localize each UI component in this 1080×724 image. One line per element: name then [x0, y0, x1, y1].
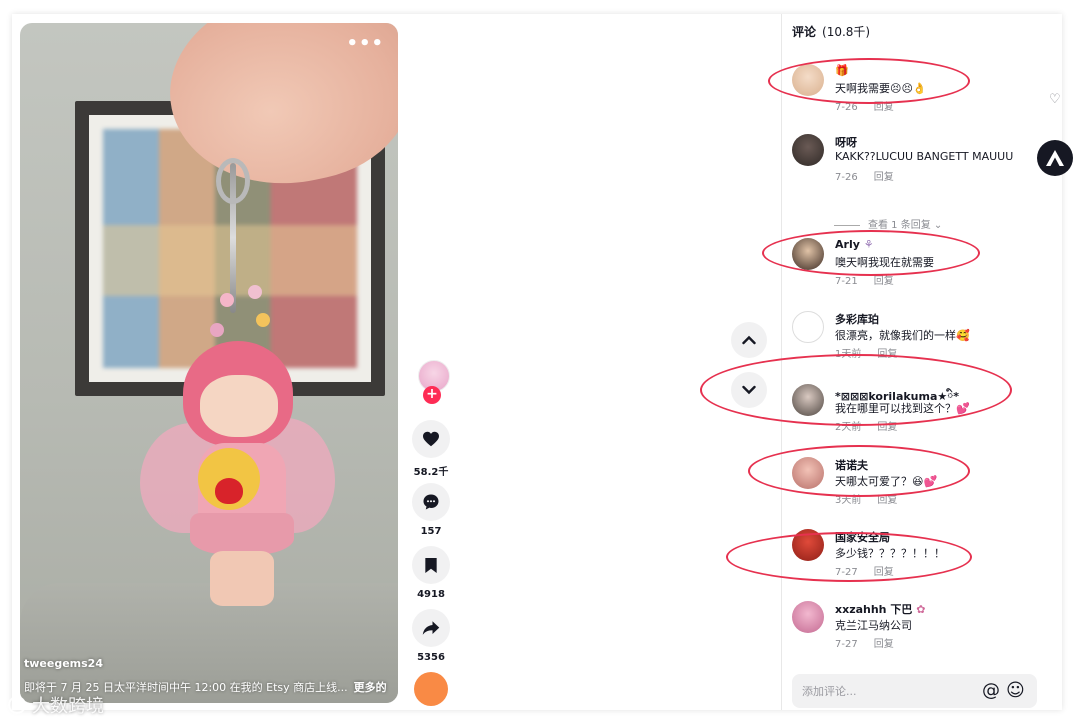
- comment-user[interactable]: 多彩库珀: [835, 311, 879, 327]
- view-replies-label: 查看 1 条回复: [868, 220, 931, 231]
- comments-header: 评论 (10.8千): [792, 23, 870, 40]
- flower-badge-icon: ⚘: [863, 238, 874, 251]
- reply-button[interactable]: 回复: [877, 349, 897, 360]
- share-arrow-icon[interactable]: [412, 609, 450, 647]
- heart-toy: [215, 478, 243, 504]
- comment-user[interactable]: 国家安全局: [835, 529, 890, 545]
- comment-date: 2天前: [835, 422, 862, 433]
- comment-user[interactable]: 诺诺夫: [835, 457, 868, 473]
- gift-badge-icon: 🎁: [835, 64, 849, 77]
- comment-text: 噢天啊我现在就需要: [835, 256, 934, 269]
- reply-button[interactable]: 回复: [874, 102, 894, 113]
- comment-count: 157: [420, 526, 442, 537]
- more-dots-icon[interactable]: •••: [346, 33, 384, 54]
- reply-button[interactable]: 回复: [877, 495, 897, 506]
- comment-text: 多少钱？？？？！！！: [835, 547, 945, 560]
- share-action[interactable]: 5356: [412, 609, 450, 663]
- comment-date: 3天前: [835, 495, 862, 506]
- comment-action[interactable]: 157: [412, 483, 450, 537]
- save-count: 4918: [417, 589, 445, 600]
- doll-legs: [210, 551, 274, 606]
- mention-at-icon[interactable]: @: [982, 681, 1000, 701]
- comment-meta: 3天前 回复: [835, 491, 897, 506]
- comment-meta: 7-26 回复: [835, 98, 894, 113]
- tulip-badge-icon: ✿: [916, 603, 926, 616]
- bookmark-icon[interactable]: [412, 546, 450, 584]
- comment-date: 7-26: [835, 172, 858, 183]
- avatar[interactable]: [792, 529, 824, 561]
- bead: [210, 323, 224, 337]
- comment-meta: 1天前 回复: [835, 345, 897, 360]
- video-author[interactable]: tweegems24: [24, 657, 103, 670]
- comment-date: 7-21: [835, 276, 858, 287]
- reply-button[interactable]: 回复: [874, 172, 894, 183]
- chevron-down-icon: ⌄: [933, 220, 943, 231]
- comment-meta: 7-27 回复: [835, 563, 894, 578]
- comments-title: 评论: [792, 25, 817, 39]
- bead: [220, 293, 234, 307]
- video-player[interactable]: ••• tweegems24 即将于 7 月 25 日太平洋时间中午 12:00…: [20, 23, 398, 703]
- add-comment-input[interactable]: [800, 683, 974, 699]
- comment-text: 克兰江马纳公司: [835, 619, 912, 632]
- comment-text: 我在哪里可以找到这个？💕: [835, 402, 970, 415]
- music-disc-icon[interactable]: [414, 672, 448, 706]
- bead: [248, 285, 262, 299]
- like-action[interactable]: 58.2千: [412, 420, 450, 478]
- reply-button[interactable]: 回复: [874, 276, 894, 287]
- avatar[interactable]: [792, 134, 824, 166]
- reply-button[interactable]: 回复: [874, 567, 894, 578]
- watermark-text: 大数跨境: [32, 696, 104, 717]
- avatar[interactable]: [792, 64, 824, 96]
- comment-text: 天啊我需要😣😣👌: [835, 82, 927, 95]
- comments-panel: 评论 (10.8千) 🎁 天啊我需要😣😣👌 7-26 回复 ♡ 呀呀 KAKK??L…: [781, 14, 1061, 710]
- keychain-clasp: [216, 158, 250, 204]
- heart-outline-icon[interactable]: ♡: [1049, 92, 1061, 107]
- like-count: 58.2千: [413, 467, 449, 478]
- next-video-button[interactable]: [731, 372, 767, 408]
- comment-user[interactable]: Arly ⚘: [835, 238, 874, 251]
- more-link[interactable]: 更多的: [354, 681, 387, 694]
- share-count: 5356: [417, 652, 445, 663]
- previous-video-button[interactable]: [731, 322, 767, 358]
- comment-date: 7-27: [835, 639, 858, 650]
- bead: [256, 313, 270, 327]
- comment-user[interactable]: xxzahhh 下巴 ✿: [835, 601, 925, 617]
- comment-text: 很漂亮，就像我们的一样🥰: [835, 329, 970, 342]
- comment-meta: 7-26 回复: [835, 168, 894, 183]
- avatar[interactable]: [792, 457, 824, 489]
- view-replies-button[interactable]: 查看 1 条回复 ⌄: [834, 216, 942, 231]
- comment-user[interactable]: 呀呀: [835, 134, 857, 150]
- comment-date: 7-26: [835, 102, 858, 113]
- doll-skirt: [190, 513, 294, 555]
- chevron-up-icon: [742, 335, 756, 345]
- avatar[interactable]: [792, 384, 824, 416]
- chevron-down-icon: [742, 385, 756, 395]
- emoji-icon[interactable]: ☺: [1006, 681, 1025, 701]
- comment-text: KAKK??LUCUU BANGETT MAUUU: [835, 150, 1014, 163]
- watermark: 大数跨境: [8, 692, 104, 718]
- doll-face: [200, 375, 278, 437]
- comment-date: 7-27: [835, 567, 858, 578]
- avatar[interactable]: [792, 601, 824, 633]
- comment-meta: 7-21 回复: [835, 272, 894, 287]
- add-comment-bar: @ ☺: [792, 674, 1037, 708]
- reply-button[interactable]: 回复: [874, 639, 894, 650]
- floating-logo-icon[interactable]: [1037, 140, 1073, 176]
- avatar[interactable]: [792, 238, 824, 270]
- comment-user[interactable]: 🎁: [835, 64, 849, 77]
- comment-text: 天哪太可爱了？😆💕: [835, 475, 938, 488]
- comment-meta: 2天前 回复: [835, 418, 897, 433]
- comment-meta: 7-27 回复: [835, 635, 894, 650]
- save-action[interactable]: 4918: [412, 546, 450, 600]
- comments-count: (10.8千): [822, 25, 871, 39]
- comment-bubble-icon[interactable]: [412, 483, 450, 521]
- divider: [834, 224, 860, 226]
- reply-button[interactable]: 回复: [877, 422, 897, 433]
- avatar[interactable]: [792, 311, 824, 343]
- follow-button[interactable]: +: [423, 386, 441, 404]
- comment-date: 1天前: [835, 349, 862, 360]
- heart-icon[interactable]: [412, 420, 450, 458]
- watermark-logo-icon: [8, 696, 26, 714]
